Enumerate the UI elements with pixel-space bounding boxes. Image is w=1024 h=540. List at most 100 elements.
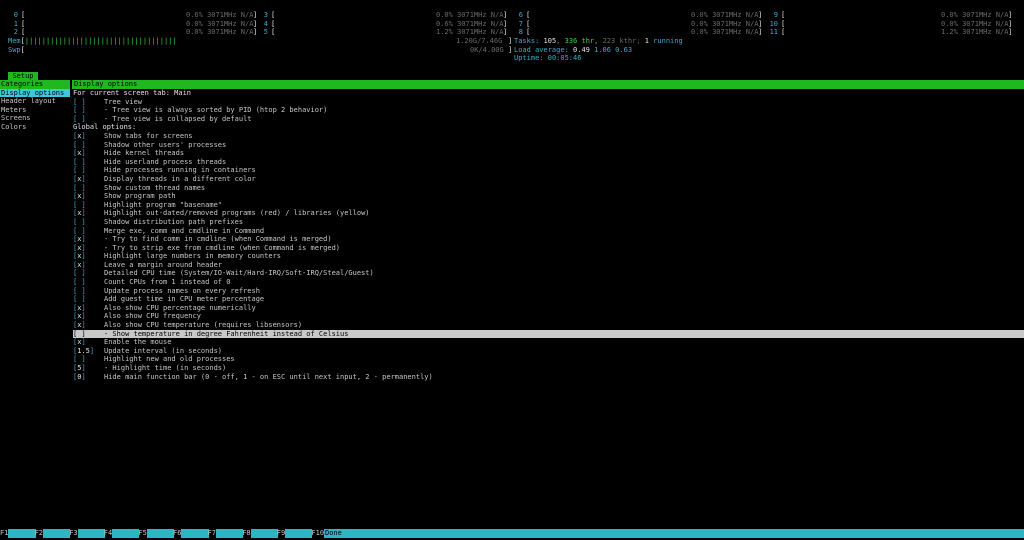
option-checkbox-row[interactable]: [ ] - Show temperature in degree Fahrenhe… <box>73 329 1024 339</box>
option-label: - Highlight time (in seconds) <box>104 364 227 372</box>
option-label: Highlight program "basename" <box>104 200 223 209</box>
option-checkbox-row[interactable]: [ ] Add guest time in CPU meter percentag… <box>73 295 1024 304</box>
option-checkbox-row[interactable]: [ ] Shadow other users' processes <box>73 141 1024 150</box>
function-key-f3[interactable]: F3 <box>69 529 105 538</box>
option-checkbox[interactable]: [x] <box>73 192 86 201</box>
option-checkbox-row[interactable]: [x] Also show CPU temperature (requires l… <box>73 321 1024 330</box>
option-checkbox-row[interactable]: [ ] Hide processes running in containers <box>73 166 1024 175</box>
option-checkbox[interactable]: [ ] <box>73 184 86 193</box>
function-key-f10[interactable]: F10 Done <box>311 529 1024 538</box>
option-checkbox-row[interactable]: [ ] Highlight new and old processes <box>73 355 1024 364</box>
option-checkbox[interactable]: [x] <box>73 149 86 158</box>
category-colors[interactable]: Colors <box>0 123 70 132</box>
option-checkbox[interactable]: [x] <box>73 244 86 253</box>
option-checkbox-row[interactable]: [ ] Count CPUs from 1 instead of 0 <box>73 278 1024 287</box>
function-key-f2[interactable]: F2 <box>35 529 71 538</box>
option-checkbox-row[interactable]: [x] - Try to strip exe from cmdline (when… <box>73 244 1024 253</box>
option-checkbox-row[interactable]: [ ] Detailed CPU time (System/IO-Wait/Har… <box>73 269 1024 278</box>
option-checkbox[interactable]: [ ] <box>73 141 86 150</box>
option-checkbox-row[interactable]: [x] Hide kernel threads <box>73 149 1024 158</box>
function-key-f9[interactable]: F9 <box>277 529 313 538</box>
option-label: Leave a margin around header <box>104 260 223 269</box>
option-checkbox[interactable]: [ ] <box>73 330 86 339</box>
option-checkbox[interactable]: [ ] <box>73 355 86 364</box>
function-key-f7[interactable]: F7 <box>208 529 244 538</box>
option-checkbox[interactable]: [x] <box>73 132 86 141</box>
option-checkbox[interactable]: [x] <box>73 261 86 270</box>
option-label: Also show CPU frequency <box>104 312 201 321</box>
option-checkbox-row[interactable]: [x] Highlight out-dated/removed programs … <box>73 209 1024 218</box>
option-checkbox[interactable]: [ ] <box>73 295 86 304</box>
option-checkbox[interactable]: [x] <box>73 209 86 218</box>
option-value-row[interactable]: [1.5] Update interval (in seconds) <box>73 347 1024 356</box>
option-label: Enable the mouse <box>104 338 172 347</box>
category-display-options[interactable]: Display options <box>0 88 70 98</box>
option-checkbox-row[interactable]: [x] Show tabs for screens <box>73 132 1024 141</box>
option-label: Highlight new and old processes <box>104 355 235 364</box>
function-key-f8[interactable]: F8 <box>242 529 278 538</box>
option-checkbox-row[interactable]: [x] Show program path <box>73 192 1024 201</box>
option-value-row[interactable]: [0] Hide main function bar (0 - off, 1 - … <box>73 373 1024 382</box>
option-checkbox-row[interactable]: [ ] Shadow distribution path prefixes <box>73 218 1024 227</box>
function-key-f5[interactable]: F5 <box>138 529 174 538</box>
option-label: Hide kernel threads <box>104 149 185 158</box>
option-checkbox[interactable]: [x] <box>73 338 86 347</box>
tasks-meter: Tasks: 105, 336 thr, 223 kthr; 1 running <box>514 37 683 45</box>
cpu-id: 11 <box>769 28 779 37</box>
function-key-f1[interactable]: F1 <box>0 529 36 538</box>
option-value[interactable]: [5] <box>73 364 86 373</box>
option-label: Highlight large numbers in memory counte… <box>104 252 282 261</box>
option-checkbox-row[interactable]: [ ] - Tree view is always sorted by PID (… <box>73 106 1024 115</box>
cpu-id: 9 <box>773 11 779 19</box>
function-key-f4[interactable]: F4 <box>104 529 140 538</box>
option-checkbox-row[interactable]: [ ] - Tree view is collapsed by default <box>73 115 1024 124</box>
cpu-meter: 11[1.2% 3071MHz N/A] <box>769 28 1013 37</box>
option-checkbox[interactable]: [ ] <box>73 218 86 227</box>
tab-setup[interactable]: Setup <box>8 72 38 80</box>
option-checkbox-row[interactable]: [x] Enable the mouse <box>73 338 1024 347</box>
option-label: Merge exe, comm and cmdline in Command <box>104 226 265 235</box>
option-checkbox-row[interactable]: [x] Display threads in a different color <box>73 175 1024 184</box>
option-checkbox-row[interactable]: [x] Leave a margin around header <box>73 261 1024 270</box>
panel-header: Display options <box>72 80 1024 89</box>
category-header-layout[interactable]: Header layout <box>0 97 70 106</box>
option-label: - Try to find comm in cmdline (when Comm… <box>104 235 332 244</box>
swp-label: Swp <box>8 45 21 54</box>
option-value[interactable]: [1.5] <box>73 347 94 356</box>
option-checkbox[interactable]: [ ] <box>73 106 86 115</box>
option-checkbox[interactable]: [ ] <box>73 227 86 236</box>
option-checkbox[interactable]: [ ] <box>73 115 86 124</box>
category-screens[interactable]: Screens <box>0 114 70 123</box>
option-value[interactable]: [0] <box>73 373 86 382</box>
option-checkbox[interactable]: [ ] <box>73 278 86 287</box>
option-label: Tree view <box>104 97 142 106</box>
option-checkbox[interactable]: [ ] <box>73 166 86 175</box>
option-checkbox-row[interactable]: [x] Also show CPU frequency <box>73 312 1024 321</box>
mem-value: 1.20G/7.46G <box>456 37 503 45</box>
option-checkbox-row[interactable]: [ ] Update process names on every refresh <box>73 287 1024 296</box>
option-checkbox[interactable]: [x] <box>73 321 86 330</box>
option-checkbox-row[interactable]: [x] - Try to find comm in cmdline (when C… <box>73 235 1024 244</box>
option-checkbox[interactable]: [x] <box>73 312 86 321</box>
option-value-row[interactable]: [5] - Highlight time (in seconds) <box>73 364 1024 373</box>
function-key-f6[interactable]: F6 <box>173 529 209 538</box>
option-checkbox-row[interactable]: [ ] Hide userland process threads <box>73 158 1024 167</box>
swp-value: 0K/4.00G <box>470 45 504 54</box>
option-checkbox-row[interactable]: [x] Also show CPU percentage numerically <box>73 304 1024 313</box>
option-checkbox[interactable]: [ ] <box>73 269 86 278</box>
option-checkbox[interactable]: [ ] <box>73 287 86 296</box>
option-checkbox[interactable]: [x] <box>73 304 86 313</box>
option-checkbox-row[interactable]: [ ] Merge exe, comm and cmdline in Comman… <box>73 227 1024 236</box>
option-checkbox[interactable]: [ ] <box>73 98 86 107</box>
function-bar: F1 F2 F3 F4 F5 F6 F7 F8 F9 F10 Done <box>0 529 1024 538</box>
option-checkbox-row[interactable]: [ ] Show custom thread names <box>73 184 1024 193</box>
option-checkbox[interactable]: [x] <box>73 252 86 261</box>
category-meters[interactable]: Meters <box>0 106 70 115</box>
option-checkbox[interactable]: [ ] <box>73 201 86 210</box>
option-checkbox-row[interactable]: [ ] Tree view <box>73 98 1024 107</box>
option-checkbox-row[interactable]: [x] Highlight large numbers in memory cou… <box>73 252 1024 261</box>
option-checkbox-row[interactable]: [ ] Highlight program "basename" <box>73 201 1024 210</box>
option-checkbox[interactable]: [x] <box>73 235 86 244</box>
option-checkbox[interactable]: [ ] <box>73 158 86 167</box>
option-checkbox[interactable]: [x] <box>73 175 86 184</box>
